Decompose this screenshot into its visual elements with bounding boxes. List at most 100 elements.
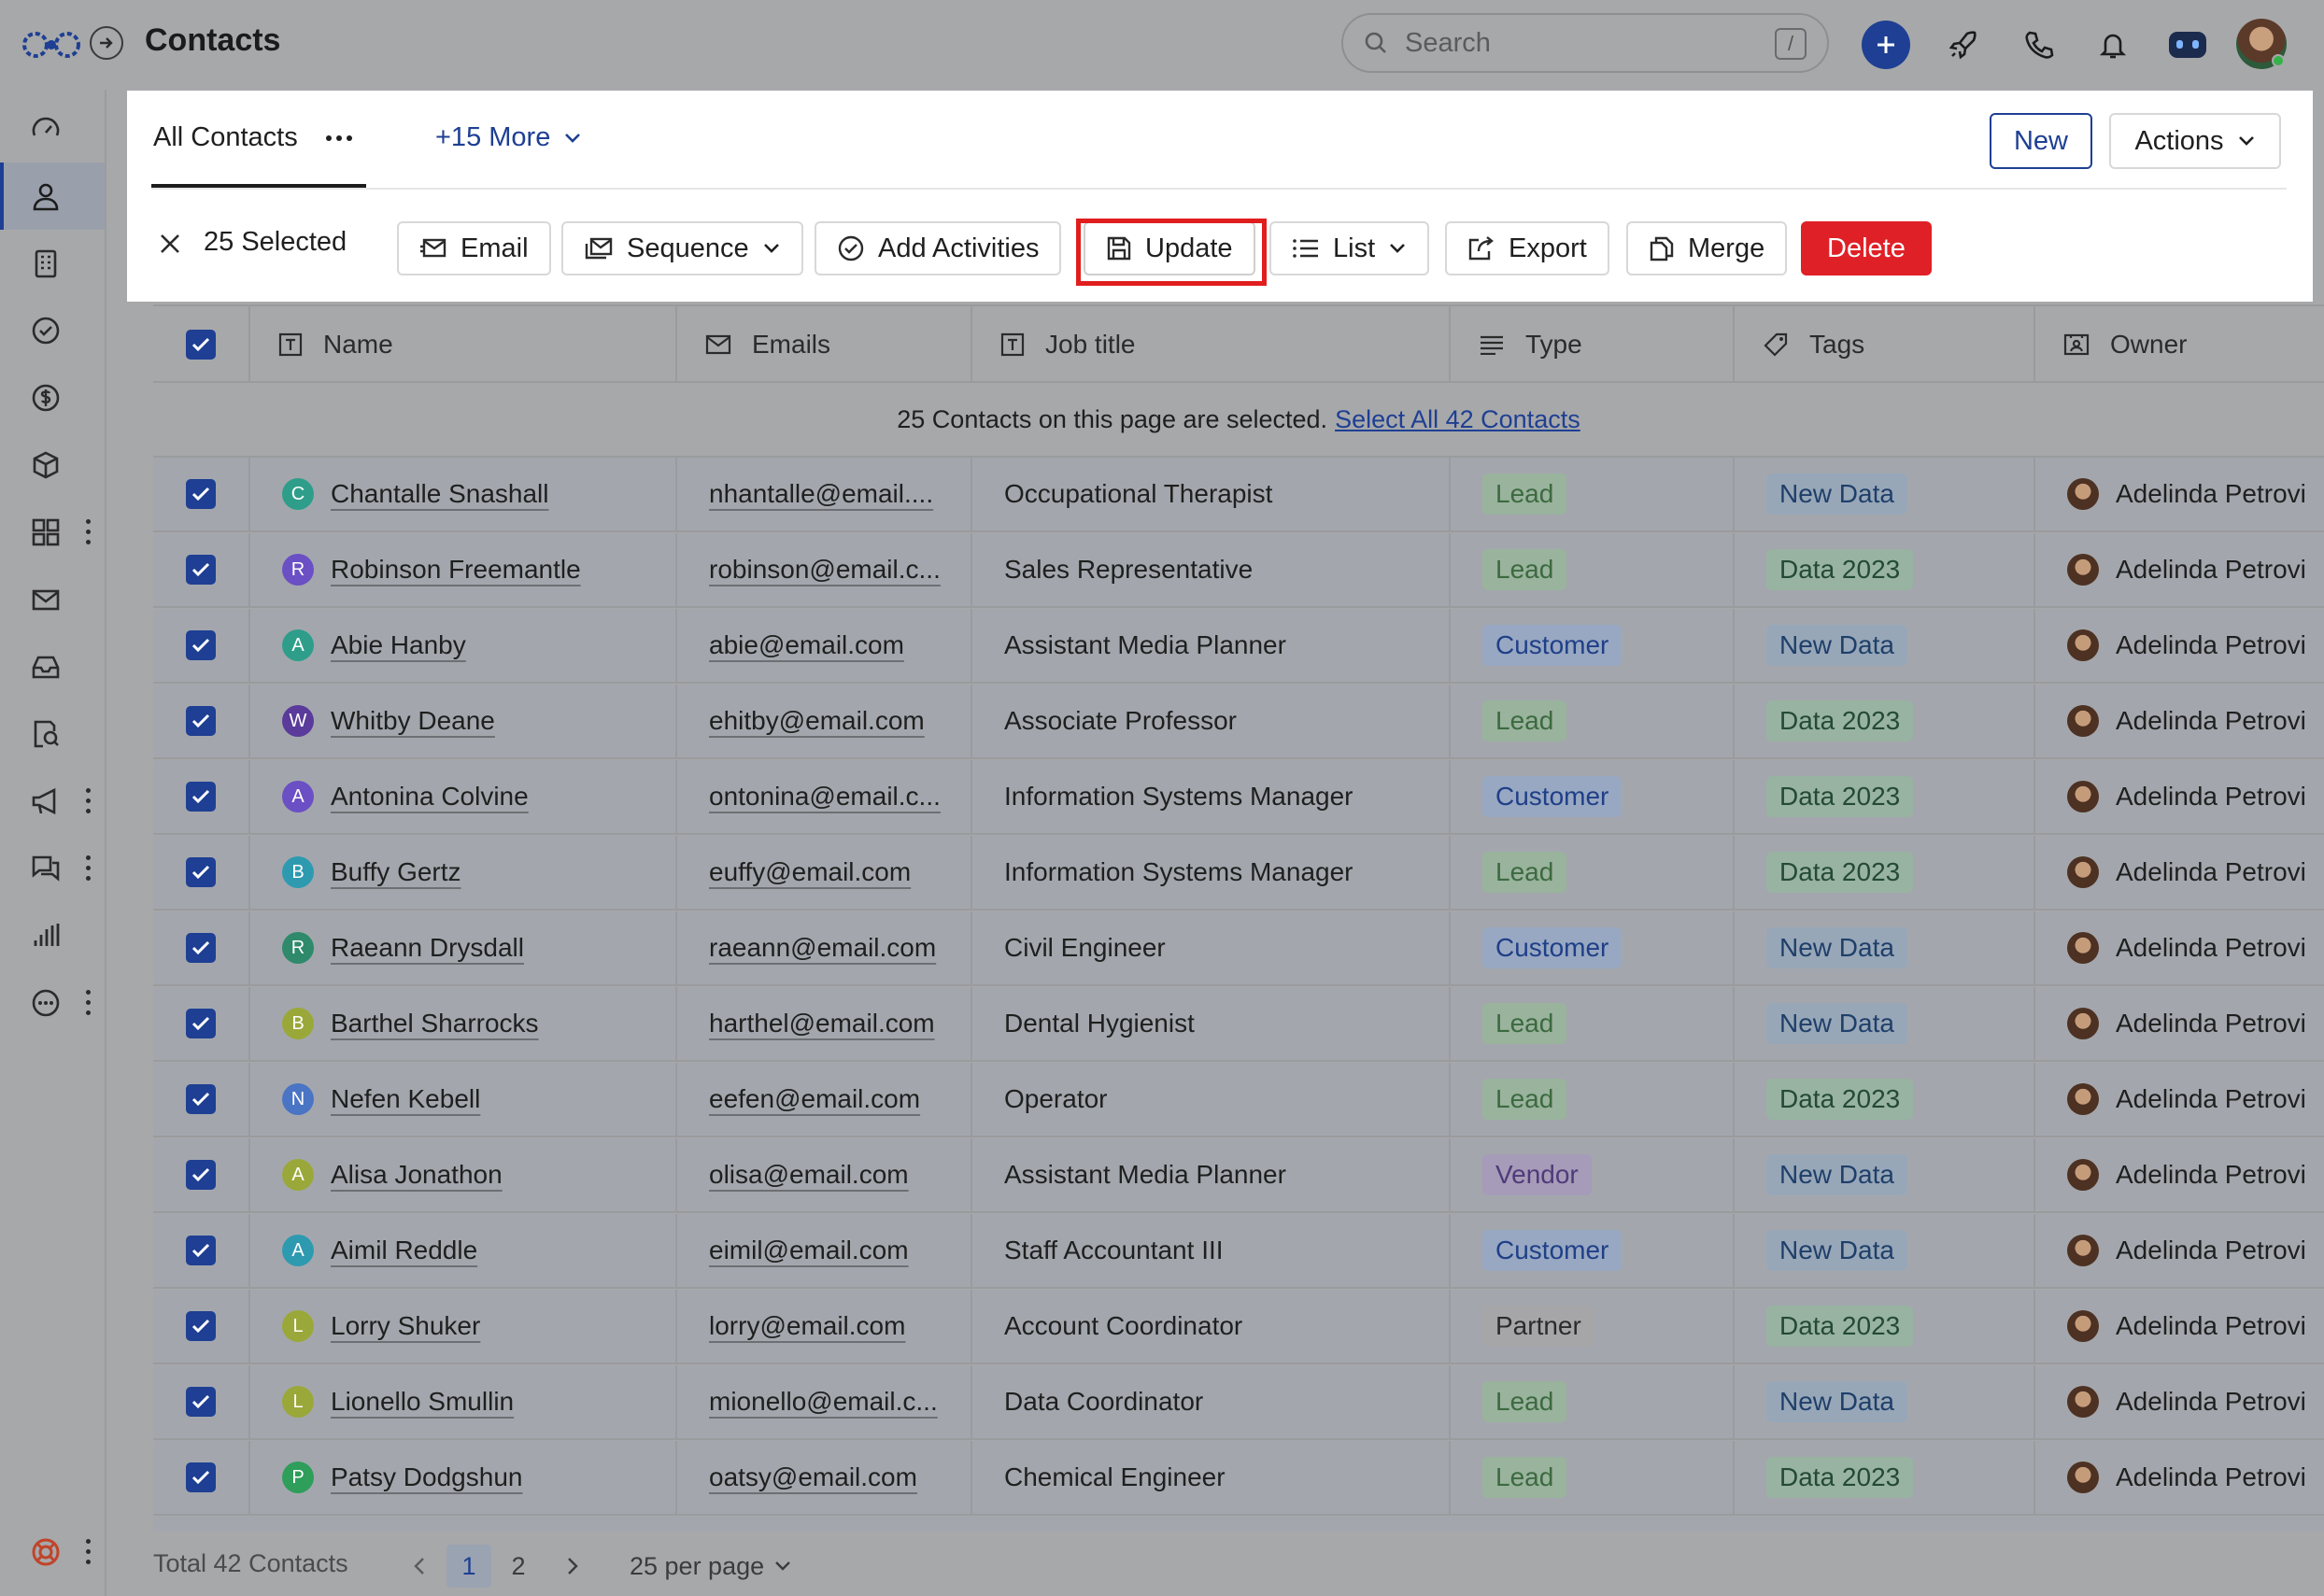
contact-name-link[interactable]: Patsy Dodgshun <box>331 1462 522 1492</box>
nav-campaigns[interactable] <box>0 768 105 835</box>
contact-email-link[interactable]: olisa@email.com <box>709 1160 909 1190</box>
contact-email-link[interactable]: eefen@email.com <box>709 1084 920 1114</box>
page-2-button[interactable]: 2 <box>504 1545 532 1588</box>
contact-email-link[interactable]: ehitby@email.com <box>709 706 925 736</box>
table-row[interactable]: L Lionello Smullin mionello@email.c... Data… <box>153 1365 2324 1440</box>
nav-apps-more-icon[interactable] <box>86 519 92 545</box>
contact-email-link[interactable]: euffy@email.com <box>709 857 911 887</box>
table-row[interactable]: A Abie Hanby abie@email.com Assistant Media… <box>153 609 2324 684</box>
contact-name-link[interactable]: Chantalle Snashall <box>331 479 549 509</box>
contact-email-link[interactable]: lorry@email.com <box>709 1311 905 1341</box>
table-row[interactable]: A Alisa Jonathon olisa@email.com Assistant … <box>153 1138 2324 1213</box>
contact-name-link[interactable]: Antonina Colvine <box>331 782 529 812</box>
column-header-owner[interactable]: Owner <box>2035 306 2324 383</box>
nav-email[interactable] <box>0 566 105 633</box>
contact-name-link[interactable]: Abie Hanby <box>331 630 466 660</box>
row-checkbox[interactable] <box>186 1084 216 1114</box>
nav-documents[interactable] <box>0 700 105 768</box>
per-page-dropdown[interactable]: 25 per page <box>630 1545 792 1588</box>
contact-name-link[interactable]: Alisa Jonathon <box>331 1160 503 1190</box>
merge-button[interactable]: Merge <box>1626 221 1788 275</box>
column-header-tags[interactable]: Tags <box>1735 306 2035 383</box>
row-checkbox[interactable] <box>186 1009 216 1038</box>
actions-dropdown[interactable]: Actions <box>2109 113 2281 169</box>
list-dropdown[interactable]: List <box>1269 221 1430 275</box>
row-checkbox[interactable] <box>186 782 216 812</box>
prev-page-button[interactable] <box>405 1545 433 1588</box>
column-header-type[interactable]: Type <box>1451 306 1735 383</box>
next-page-button[interactable] <box>559 1545 587 1588</box>
contact-name-link[interactable]: Nefen Kebell <box>331 1084 480 1114</box>
contact-email-link[interactable]: eimil@email.com <box>709 1236 909 1265</box>
nav-more-options-icon[interactable] <box>86 990 92 1016</box>
nav-products[interactable] <box>0 431 105 499</box>
row-checkbox[interactable] <box>186 1311 216 1341</box>
phone-button[interactable] <box>2012 19 2064 71</box>
nav-conversations-more-icon[interactable] <box>86 855 92 882</box>
more-views-dropdown[interactable]: +15 More <box>435 122 582 153</box>
contact-email-link[interactable]: oatsy@email.com <box>709 1462 917 1492</box>
row-checkbox[interactable] <box>186 706 216 736</box>
table-row[interactable]: B Buffy Gertz euffy@email.com Information S… <box>153 836 2324 911</box>
table-row[interactable]: R Robinson Freemantle robinson@email.c... S… <box>153 533 2324 608</box>
tab-options-icon[interactable] <box>325 134 352 141</box>
contact-email-link[interactable]: raeann@email.com <box>709 933 936 963</box>
nav-conversations[interactable] <box>0 835 105 902</box>
contact-email-link[interactable]: ontonina@email.c... <box>709 782 941 812</box>
table-row[interactable]: R Raeann Drysdall raeann@email.com Civil En… <box>153 911 2324 986</box>
app-logo-icon[interactable] <box>21 26 82 64</box>
contact-name-link[interactable]: Raeann Drysdall <box>331 933 524 963</box>
contact-name-link[interactable]: Robinson Freemantle <box>331 555 581 585</box>
row-checkbox[interactable] <box>186 479 216 509</box>
contact-email-link[interactable]: harthel@email.com <box>709 1009 935 1038</box>
contact-name-link[interactable]: Barthel Sharrocks <box>331 1009 539 1038</box>
delete-button[interactable]: Delete <box>1801 221 1932 275</box>
table-row[interactable]: B Barthel Sharrocks harthel@email.com Denta… <box>153 987 2324 1062</box>
row-checkbox[interactable] <box>186 933 216 963</box>
nav-campaigns-more-icon[interactable] <box>86 788 92 814</box>
sequence-dropdown[interactable]: Sequence <box>561 221 803 275</box>
table-row[interactable]: A Antonina Colvine ontonina@email.c... Info… <box>153 760 2324 835</box>
tab-all-contacts[interactable]: All Contacts <box>153 122 352 153</box>
contact-email-link[interactable]: mionello@email.c... <box>709 1387 938 1417</box>
contact-name-link[interactable]: Lionello Smullin <box>331 1387 514 1417</box>
table-row[interactable]: C Chantalle Snashall nhantalle@email.... Oc… <box>153 458 2324 532</box>
row-checkbox[interactable] <box>186 1462 216 1492</box>
nav-companies[interactable] <box>0 230 105 297</box>
nav-more[interactable] <box>0 969 105 1037</box>
contact-email-link[interactable]: abie@email.com <box>709 630 904 660</box>
contact-name-link[interactable]: Whitby Deane <box>331 706 495 736</box>
contact-email-link[interactable]: robinson@email.c... <box>709 555 941 585</box>
collapse-sidebar-button[interactable] <box>90 26 123 60</box>
row-checkbox[interactable] <box>186 1160 216 1190</box>
new-button[interactable]: New <box>1990 113 2092 169</box>
notifications-button[interactable] <box>2087 19 2139 71</box>
nav-help-more-icon[interactable] <box>86 1539 92 1565</box>
nav-help[interactable] <box>0 1518 105 1586</box>
quick-add-button[interactable] <box>1862 21 1910 69</box>
assistant-button[interactable] <box>2161 19 2214 71</box>
nav-deals[interactable] <box>0 364 105 431</box>
search-input[interactable]: Search / <box>1341 13 1829 73</box>
nav-reports[interactable] <box>0 902 105 969</box>
table-row[interactable]: L Lorry Shuker lorry@email.com Account Coor… <box>153 1290 2324 1364</box>
nav-inbox[interactable] <box>0 633 105 700</box>
contact-name-link[interactable]: Lorry Shuker <box>331 1311 480 1341</box>
user-avatar[interactable] <box>2236 19 2287 69</box>
table-row[interactable]: A Aimil Reddle eimil@email.com Staff Accoun… <box>153 1214 2324 1289</box>
table-row[interactable]: N Nefen Kebell eefen@email.com Operator Lead… <box>153 1063 2324 1137</box>
clear-selection-icon[interactable] <box>159 233 181 255</box>
contact-name-link[interactable]: Buffy Gertz <box>331 857 461 887</box>
row-checkbox[interactable] <box>186 555 216 585</box>
row-checkbox[interactable] <box>186 1236 216 1265</box>
email-button[interactable]: Email <box>397 221 551 275</box>
table-row[interactable]: P Patsy Dodgshun oatsy@email.com Chemical E… <box>153 1441 2324 1516</box>
select-all-contacts-link[interactable]: Select All 42 Contacts <box>1335 405 1580 434</box>
export-button[interactable]: Export <box>1445 221 1609 275</box>
column-header-emails[interactable]: Emails <box>677 306 972 383</box>
column-header-job-title[interactable]: Job title <box>972 306 1451 383</box>
contact-email-link[interactable]: nhantalle@email.... <box>709 479 933 509</box>
rocket-button[interactable] <box>1937 19 1990 71</box>
select-all-checkbox[interactable] <box>186 330 216 360</box>
page-1-button[interactable]: 1 <box>446 1545 491 1588</box>
